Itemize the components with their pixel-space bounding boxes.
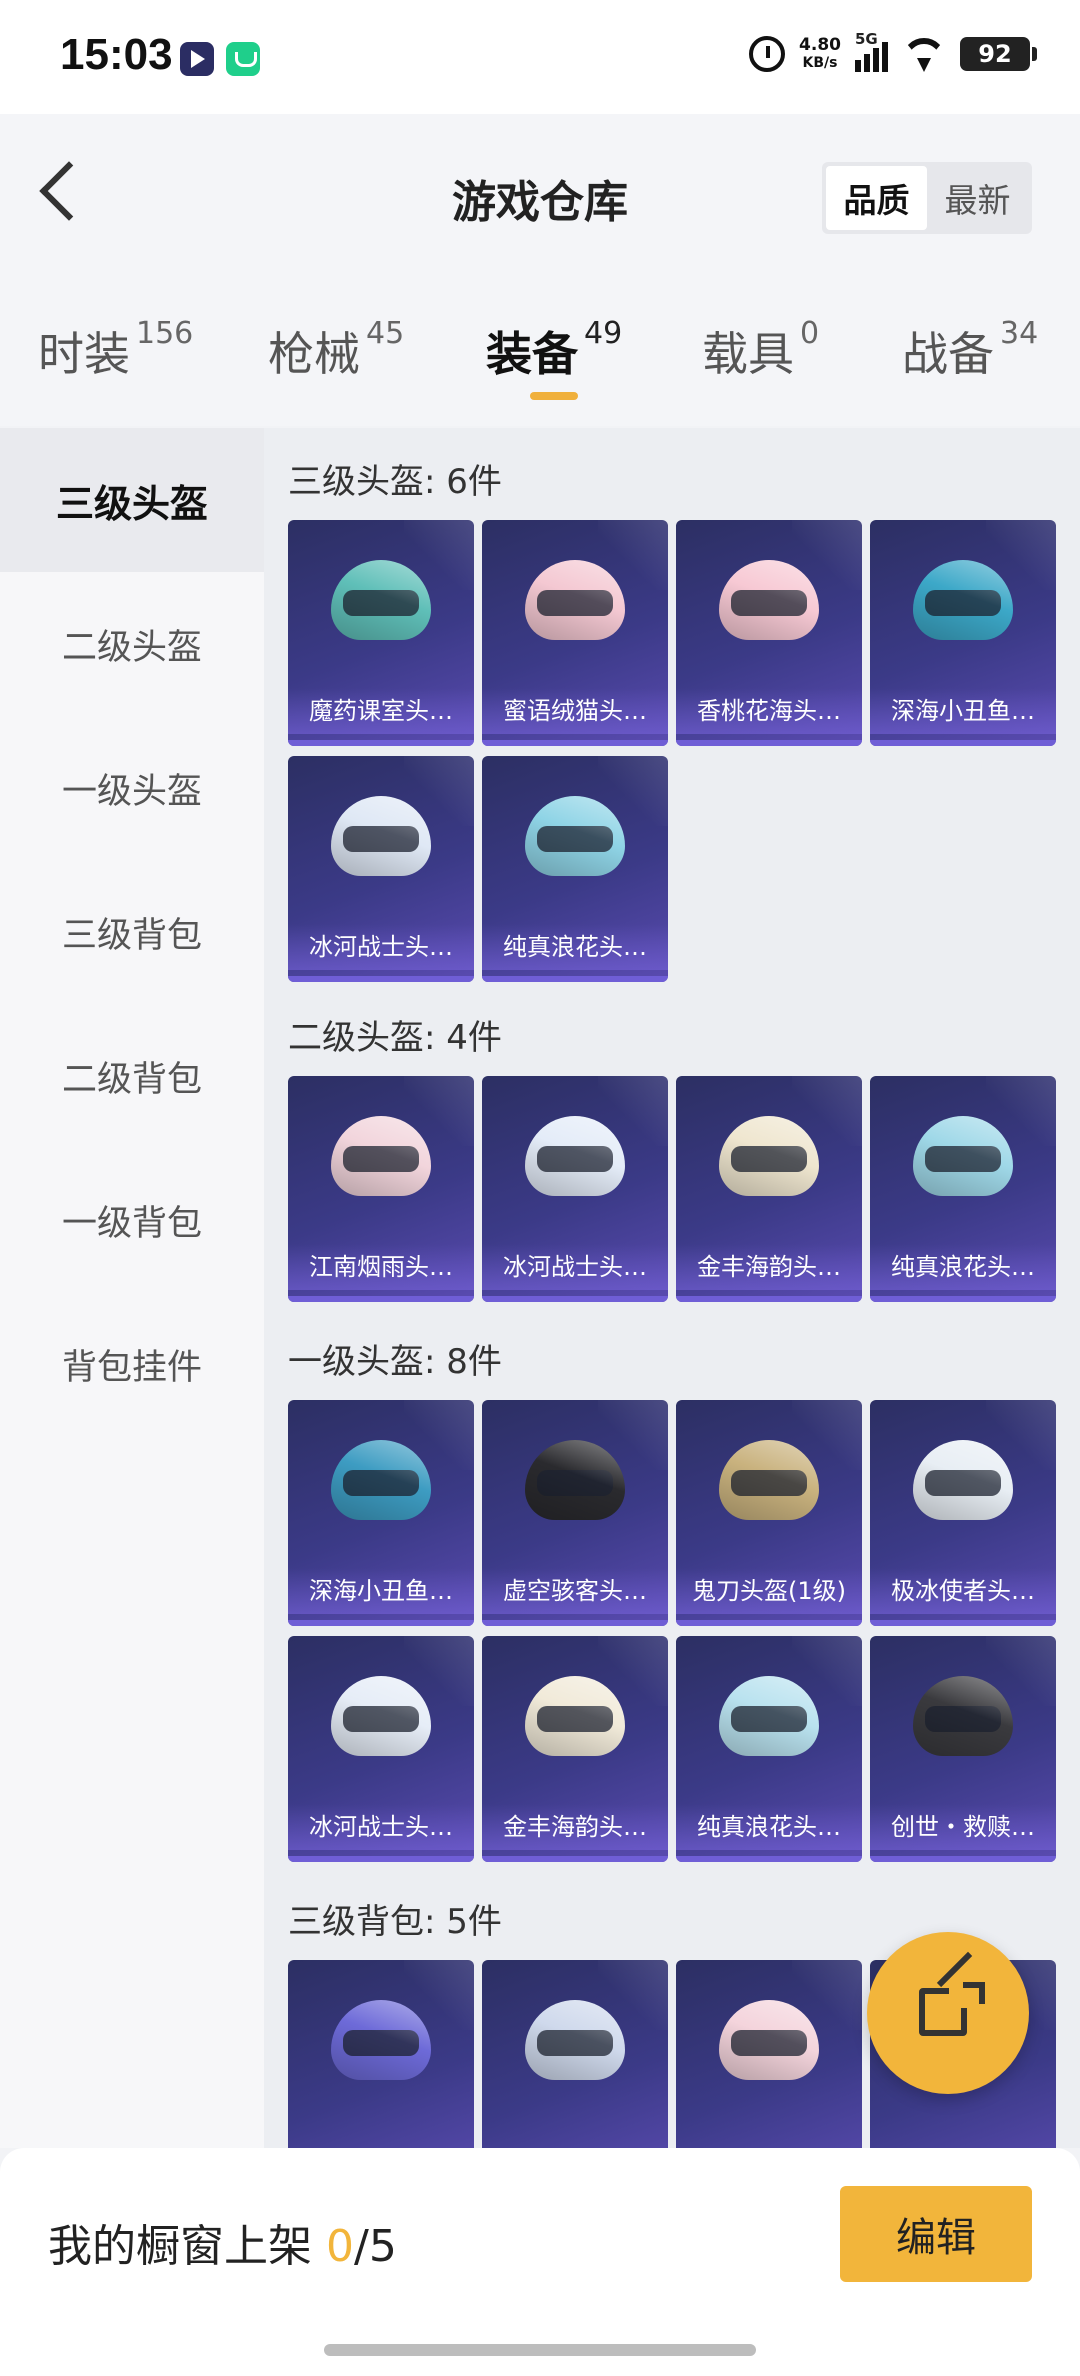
- item-name: 虚空骇客头…: [482, 1568, 668, 1614]
- sidebar-item-level1-backpack[interactable]: 一级背包: [0, 1148, 264, 1292]
- tab-equipment[interactable]: 装备 49: [486, 316, 622, 384]
- helmet-icon: [515, 1106, 635, 1216]
- section-title: 二级头盔: 4件: [288, 1018, 502, 1058]
- tab-firearms[interactable]: 枪械 45: [268, 316, 404, 384]
- sort-toggle: 品质 最新: [822, 162, 1032, 234]
- item-card[interactable]: [676, 1960, 862, 2148]
- helmet-icon: [709, 1666, 829, 1776]
- home-indicator: [324, 2344, 756, 2356]
- item-name: 金丰海韵头…: [676, 1244, 862, 1290]
- helmet-icon: [515, 1430, 635, 1540]
- helmet-icon: [903, 1430, 1023, 1540]
- sidebar: 三级头盔 二级头盔 一级头盔 三级背包 二级背包 一级背包 背包挂件: [0, 428, 264, 2148]
- item-name: 冰河战士头…: [482, 1244, 668, 1290]
- clock: 15:03: [60, 30, 173, 79]
- helmet-icon: [321, 1430, 441, 1540]
- item-name: 蜜语绒猫头…: [482, 688, 668, 734]
- share-button[interactable]: [867, 1932, 1029, 2094]
- item-name: 深海小丑鱼…: [870, 688, 1056, 734]
- item-name: 冰河战士头…: [288, 924, 474, 970]
- item-card[interactable]: 鬼刀头盔(1级): [676, 1400, 862, 1626]
- item-name: 极冰使者头…: [870, 1568, 1056, 1614]
- edit-button[interactable]: 编辑: [840, 2186, 1032, 2282]
- tab-supplies[interactable]: 战备 34: [902, 316, 1038, 384]
- item-card[interactable]: 创世・救赎…: [870, 1636, 1056, 1862]
- item-card[interactable]: 冰河战士头…: [482, 1076, 668, 1302]
- item-card[interactable]: 冰河战士头…: [288, 1636, 474, 1862]
- item-name: 纯真浪花头…: [870, 1244, 1056, 1290]
- item-card[interactable]: 深海小丑鱼…: [288, 1400, 474, 1626]
- alarm-icon: [749, 36, 786, 72]
- wifi-icon: [902, 36, 946, 72]
- section-title: 三级头盔: 6件: [288, 462, 502, 502]
- helmet-icon: [903, 550, 1023, 660]
- section-title: 一级头盔: 8件: [288, 1342, 502, 1382]
- item-card[interactable]: 金丰海韵头…: [676, 1076, 862, 1302]
- item-name: 创世・救赎…: [870, 1804, 1056, 1850]
- item-grid: 三级头盔: 6件 魔药课室头… 蜜语绒猫头… 香桃花海头… 深海小丑鱼… 冰河战士头… 纯真…: [264, 428, 1080, 2148]
- helmet-icon: [321, 786, 441, 896]
- shop-app-icon: [226, 42, 260, 76]
- network-speed: 4.80 KB/s: [799, 35, 841, 71]
- item-name: 冰河战士头…: [288, 1804, 474, 1850]
- item-card[interactable]: 冰河战士头…: [288, 756, 474, 982]
- sidebar-item-level3-backpack[interactable]: 三级背包: [0, 860, 264, 1004]
- sidebar-item-level1-helmet[interactable]: 一级头盔: [0, 716, 264, 860]
- sidebar-item-level3-helmet[interactable]: 三级头盔: [0, 428, 264, 572]
- section-title: 三级背包: 5件: [288, 1902, 502, 1942]
- helmet-icon: [515, 786, 635, 896]
- item-name: 江南烟雨头…: [288, 1244, 474, 1290]
- helmet-icon: [709, 550, 829, 660]
- helmet-icon: [321, 1106, 441, 1216]
- sort-latest-button[interactable]: 最新: [927, 166, 1028, 230]
- backpack-icon: [515, 1990, 635, 2100]
- item-card[interactable]: [482, 1960, 668, 2148]
- item-name: 鬼刀头盔(1级): [676, 1568, 862, 1614]
- backpack-icon: [321, 1990, 441, 2100]
- bottom-bar: 我的橱窗上架 0/5 编辑: [0, 2148, 1080, 2376]
- active-tab-indicator: [530, 392, 578, 400]
- signal-icon: 5G: [855, 30, 888, 72]
- sidebar-item-level2-helmet[interactable]: 二级头盔: [0, 572, 264, 716]
- item-card[interactable]: [288, 1960, 474, 2148]
- item-name: 魔药课室头…: [288, 688, 474, 734]
- video-app-icon: [180, 42, 214, 76]
- item-card[interactable]: 魔药课室头…: [288, 520, 474, 746]
- backpack-icon: [709, 1990, 829, 2100]
- item-name: 纯真浪花头…: [676, 1804, 862, 1850]
- helmet-icon: [709, 1106, 829, 1216]
- showcase-status: 我的橱窗上架 0/5: [48, 2221, 397, 2272]
- item-card[interactable]: 蜜语绒猫头…: [482, 520, 668, 746]
- item-card[interactable]: 极冰使者头…: [870, 1400, 1056, 1626]
- item-card[interactable]: 纯真浪花头…: [676, 1636, 862, 1862]
- item-name: 纯真浪花头…: [482, 924, 668, 970]
- item-name: 金丰海韵头…: [482, 1804, 668, 1850]
- item-card[interactable]: 金丰海韵头…: [482, 1636, 668, 1862]
- item-name: 深海小丑鱼…: [288, 1568, 474, 1614]
- helmet-icon: [903, 1106, 1023, 1216]
- item-name: 香桃花海头…: [676, 688, 862, 734]
- helmet-icon: [515, 1666, 635, 1776]
- item-card[interactable]: 江南烟雨头…: [288, 1076, 474, 1302]
- helmet-icon: [515, 550, 635, 660]
- helmet-icon: [321, 1666, 441, 1776]
- status-bar: 15:03 4.80 KB/s 5G 92: [0, 0, 1080, 114]
- sidebar-item-level2-backpack[interactable]: 二级背包: [0, 1004, 264, 1148]
- battery-indicator: 92: [960, 37, 1037, 71]
- tab-vehicles[interactable]: 载具 0: [702, 316, 819, 384]
- sort-quality-button[interactable]: 品质: [826, 166, 927, 230]
- helmet-icon: [321, 550, 441, 660]
- tab-fashion[interactable]: 时装 156: [38, 316, 193, 384]
- item-card[interactable]: 深海小丑鱼…: [870, 520, 1056, 746]
- category-tabs: 时装 156 枪械 45 装备 49 载具 0 战备 34: [0, 310, 1080, 420]
- item-card[interactable]: 纯真浪花头…: [870, 1076, 1056, 1302]
- showcase-count: 0: [326, 2221, 354, 2272]
- helmet-icon: [709, 1430, 829, 1540]
- item-card[interactable]: 香桃花海头…: [676, 520, 862, 746]
- item-card[interactable]: 纯真浪花头…: [482, 756, 668, 982]
- helmet-icon: [903, 1666, 1023, 1776]
- sidebar-item-backpack-charm[interactable]: 背包挂件: [0, 1292, 264, 1436]
- item-card[interactable]: 虚空骇客头…: [482, 1400, 668, 1626]
